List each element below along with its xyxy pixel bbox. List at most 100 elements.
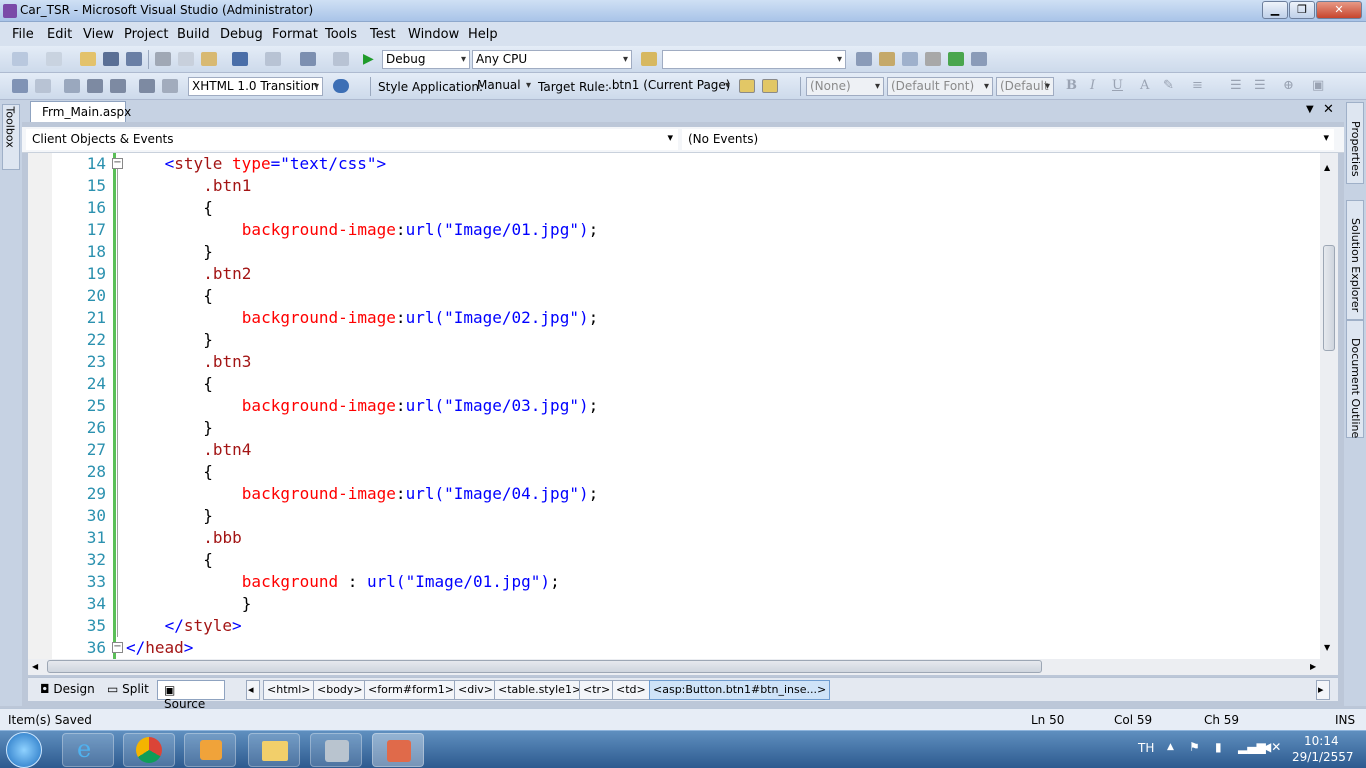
code-line[interactable]: 26}	[28, 417, 1318, 439]
breadcrumb-form[interactable]: <form#form1>	[364, 680, 458, 700]
code-line[interactable]: 32 {	[28, 549, 1318, 571]
code-line[interactable]: 27 .btn4	[28, 439, 1318, 461]
design-view-button[interactable]: ◘ Design	[34, 680, 101, 700]
code-line[interactable]: 24 {	[28, 373, 1318, 395]
collapse-icon[interactable]: −	[112, 642, 123, 653]
horizontal-scroll-thumb[interactable]	[47, 660, 1042, 673]
style-application-dropdown[interactable]: Manual	[474, 77, 534, 96]
navigate-backward-icon[interactable]	[300, 52, 316, 66]
start-button[interactable]	[6, 732, 42, 768]
breadcrumb-asp-button[interactable]: <asp:Button.btn1#btn_inse...>	[649, 680, 831, 700]
code-line[interactable]: 23 .btn3	[28, 351, 1318, 373]
code-line[interactable]: 25 background-image:url("Image/03.jpg");	[28, 395, 1318, 417]
breadcrumb-table[interactable]: <table.style1>	[494, 680, 586, 700]
font-name-dropdown[interactable]: (Default Font)	[887, 77, 993, 96]
code-line[interactable]: 20 {	[28, 285, 1318, 307]
code-line[interactable]: 17 background-image:url("Image/01.jpg");	[28, 219, 1318, 241]
start-debugging-icon[interactable]: ▶	[363, 51, 374, 67]
menu-view[interactable]: View	[83, 27, 114, 42]
find-in-files-icon[interactable]	[641, 52, 657, 66]
events-dropdown[interactable]: (No Events)	[682, 129, 1334, 150]
show-hidden-icons-icon[interactable]: ▲	[1167, 742, 1174, 752]
breadcrumb-scroll-right-icon[interactable]: ▸	[1316, 680, 1330, 700]
file-explorer-icon[interactable]	[248, 733, 300, 767]
menu-edit[interactable]: Edit	[47, 27, 72, 42]
navigate-forward-icon[interactable]	[333, 52, 349, 66]
scroll-down-icon[interactable]: ▼	[1324, 643, 1330, 652]
target-schema-dropdown[interactable]: XHTML 1.0 Transition	[188, 77, 323, 96]
code-line[interactable]: 28 {	[28, 461, 1318, 483]
breadcrumb-div[interactable]: <div>	[454, 680, 497, 700]
menu-build[interactable]: Build	[177, 27, 210, 42]
close-button[interactable]: ✕	[1316, 1, 1362, 19]
collapse-icon[interactable]: −	[112, 158, 123, 169]
underline-icon[interactable]: U	[1112, 78, 1123, 93]
menu-test[interactable]: Test	[370, 27, 396, 42]
language-indicator[interactable]: TH	[1138, 741, 1154, 755]
bold-icon[interactable]: B	[1066, 78, 1077, 93]
paste-icon[interactable]	[201, 52, 217, 66]
open-folder-icon[interactable]	[80, 52, 96, 66]
undo-icon[interactable]	[232, 52, 248, 66]
chrome-icon[interactable]	[123, 733, 175, 767]
redo-icon[interactable]	[265, 52, 281, 66]
breadcrumb-scroll-left-icon[interactable]: ◂	[246, 680, 260, 700]
hyperlink-icon[interactable]: ⊕	[1283, 78, 1294, 93]
apply-new-style-icon[interactable]	[739, 79, 755, 93]
code-line[interactable]: 14 <style type="text/css">	[28, 153, 1318, 175]
copy-icon[interactable]	[178, 52, 194, 66]
add-item-icon[interactable]	[46, 52, 62, 66]
start-page-icon[interactable]	[948, 52, 964, 66]
menu-tools[interactable]: Tools	[325, 27, 357, 42]
code-line[interactable]: 29 background-image:url("Image/04.jpg");	[28, 483, 1318, 505]
save-all-icon[interactable]	[126, 52, 142, 66]
indent-icon[interactable]	[87, 79, 103, 93]
properties-window-icon[interactable]	[879, 52, 895, 66]
previous-bookmark-icon[interactable]	[12, 79, 28, 93]
show-overlay-icon[interactable]	[762, 79, 778, 93]
code-line[interactable]: 34}	[28, 593, 1318, 615]
scroll-left-icon[interactable]: ◀	[32, 662, 38, 671]
code-line[interactable]: 30}	[28, 505, 1318, 527]
volume-muted-icon[interactable]: ◀✕	[1262, 740, 1281, 754]
close-document-icon[interactable]: ✕	[1323, 102, 1334, 117]
media-player-icon[interactable]	[184, 733, 236, 767]
code-line[interactable]: 22}	[28, 329, 1318, 351]
italic-icon[interactable]: I	[1090, 78, 1095, 93]
code-editor[interactable]: 14 <style type="text/css"> 15 .btn1 16{17 bac…	[28, 153, 1338, 659]
outdent-icon[interactable]	[110, 79, 126, 93]
highlight-color-icon[interactable]: ✎	[1163, 78, 1174, 93]
uncomment-icon[interactable]	[162, 79, 178, 93]
new-project-icon[interactable]	[12, 52, 28, 66]
code-line[interactable]: 18}	[28, 241, 1318, 263]
format-document-icon[interactable]	[64, 79, 80, 93]
internet-explorer-icon[interactable]: e	[62, 733, 114, 767]
find-dropdown[interactable]	[662, 50, 846, 69]
foreground-color-icon[interactable]: A	[1140, 78, 1149, 93]
clock-date[interactable]: 29/1/2557	[1292, 750, 1354, 764]
menu-file[interactable]: File	[12, 27, 34, 42]
scroll-right-icon[interactable]: ▶	[1310, 662, 1316, 671]
breadcrumb-td[interactable]: <td>	[612, 680, 650, 700]
breadcrumb-html[interactable]: <html>	[263, 680, 315, 700]
menu-help[interactable]: Help	[468, 27, 498, 42]
check-accessibility-icon[interactable]	[333, 79, 349, 93]
menu-debug[interactable]: Debug	[220, 27, 263, 42]
bulleted-list-icon[interactable]: ☰	[1230, 78, 1242, 93]
breadcrumb-tr[interactable]: <tr>	[579, 680, 615, 700]
solution-platform-dropdown[interactable]: Any CPU	[472, 50, 632, 69]
code-line[interactable]: 35 </style>	[28, 615, 1318, 637]
source-view-button[interactable]: ▣ Source	[157, 680, 225, 711]
code-line[interactable]: 19 .btn2	[28, 263, 1318, 285]
command-window-icon[interactable]	[971, 52, 987, 66]
code-line[interactable]: 33 background : url("Image/01.jpg");	[28, 571, 1318, 593]
client-objects-dropdown[interactable]: Client Objects & Events	[26, 129, 678, 150]
menu-format[interactable]: Format	[272, 27, 318, 42]
numbered-list-icon[interactable]: ☰	[1254, 78, 1266, 93]
battery-icon[interactable]: ▮	[1215, 740, 1222, 754]
minimize-button[interactable]: ▁	[1262, 1, 1288, 19]
visual-studio-taskbar-icon[interactable]	[372, 733, 424, 767]
vertical-scroll-thumb[interactable]	[1323, 245, 1335, 351]
code-line[interactable]: 31 .bbb	[28, 527, 1318, 549]
object-browser-icon[interactable]	[902, 52, 918, 66]
